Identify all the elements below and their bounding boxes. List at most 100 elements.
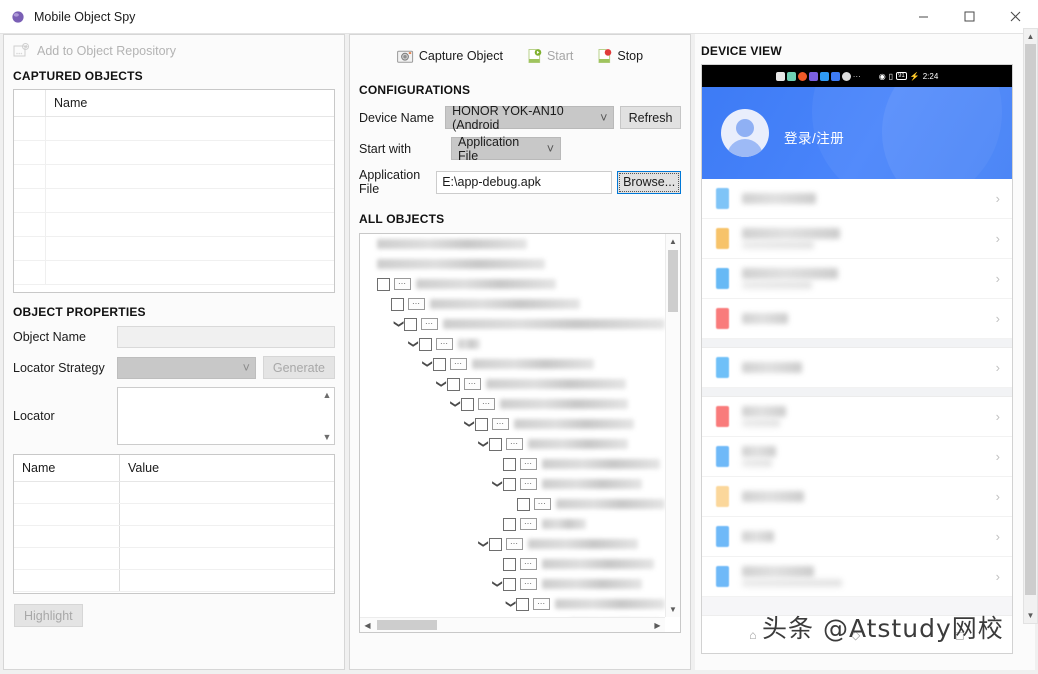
tree-node-checkbox[interactable]: [404, 317, 418, 331]
minimize-button[interactable]: [900, 0, 946, 34]
tree-node-checkbox[interactable]: [419, 337, 432, 351]
scroll-right-icon[interactable]: ▶: [650, 618, 665, 632]
device-screen[interactable]: ⋯ ◉ ▯ 91 ⚡ 2:24 登录/注册 › › › › › › › › › › ⌂: [701, 64, 1013, 654]
list-item[interactable]: ›: [702, 348, 1012, 388]
chevron-down-icon[interactable]: ❯: [393, 318, 404, 330]
back-icon[interactable]: ◇: [851, 628, 860, 642]
list-item[interactable]: ›: [702, 179, 1012, 219]
refresh-button[interactable]: Refresh: [620, 106, 681, 129]
tree-node[interactable]: ❯ ⋯: [360, 474, 665, 494]
captured-objects-table[interactable]: Name: [13, 89, 335, 293]
generate-button[interactable]: Generate: [262, 356, 335, 379]
tree-node-checkbox[interactable]: [433, 357, 446, 371]
tree-node[interactable]: ⋯: [360, 454, 665, 474]
scrollbar-thumb[interactable]: [1025, 44, 1036, 595]
table-row[interactable]: [14, 117, 334, 141]
chevron-down-icon[interactable]: ❯: [478, 438, 489, 451]
start-with-select[interactable]: Application File ˅: [451, 135, 561, 163]
locator-strategy-select[interactable]: ˅: [117, 356, 256, 379]
device-name-select[interactable]: HONOR YOK-AN10 (Android ˅: [445, 104, 615, 132]
list-item[interactable]: ›: [702, 437, 1012, 477]
start-button[interactable]: Start: [523, 46, 577, 66]
tree-node[interactable]: [360, 254, 665, 274]
chevron-down-icon[interactable]: ❯: [492, 478, 503, 491]
browse-button[interactable]: Browse...: [617, 170, 681, 194]
highlight-button[interactable]: Highlight: [14, 604, 83, 627]
scroll-up-icon[interactable]: ▲: [1024, 29, 1037, 44]
table-row[interactable]: [14, 141, 334, 165]
table-row[interactable]: [14, 570, 334, 592]
table-row[interactable]: [14, 237, 334, 261]
chevron-down-icon[interactable]: ❯: [505, 598, 516, 610]
chevron-down-icon[interactable]: ❯: [464, 418, 475, 431]
table-row[interactable]: [14, 482, 334, 504]
scroll-down-icon[interactable]: ▼: [1024, 608, 1037, 623]
tree-node[interactable]: ⋯: [360, 274, 665, 294]
tree-node[interactable]: ❯ ⋯: [360, 334, 665, 354]
tree-node[interactable]: ❯ ⋯: [360, 574, 665, 594]
list-item[interactable]: ›: [702, 517, 1012, 557]
scroll-left-icon[interactable]: ◀: [360, 618, 375, 632]
properties-table[interactable]: Name Value: [13, 454, 335, 594]
list-item[interactable]: ›: [702, 299, 1012, 339]
tree-node[interactable]: ⋯: [360, 294, 665, 314]
tree-node[interactable]: ❯ ⋯: [360, 534, 665, 554]
tree-node-checkbox[interactable]: [475, 417, 488, 431]
table-row[interactable]: [14, 504, 334, 526]
scroll-up-icon[interactable]: ▲: [666, 234, 680, 249]
tree-node[interactable]: ❯ ⋯: [360, 314, 665, 334]
table-row[interactable]: [14, 165, 334, 189]
tree-node-checkbox[interactable]: [503, 577, 516, 591]
chevron-down-icon[interactable]: ❯: [408, 338, 419, 351]
tree-node[interactable]: ❯ ⋯: [360, 354, 665, 374]
home-icon[interactable]: ⌂: [749, 628, 756, 642]
tree-node[interactable]: ⋯: [360, 494, 665, 514]
login-banner[interactable]: 登录/注册: [702, 87, 1012, 179]
tree-node-checkbox[interactable]: [503, 557, 516, 571]
list-item[interactable]: ›: [702, 259, 1012, 299]
device-view-scrollbar[interactable]: ▲ ▼: [1023, 28, 1038, 624]
locator-scrollbar[interactable]: ▲ ▼: [320, 388, 334, 444]
tree-node-checkbox[interactable]: [503, 457, 516, 471]
recents-icon[interactable]: ◻: [955, 628, 965, 642]
tree-node[interactable]: ❯ ⋯: [360, 374, 665, 394]
chevron-down-icon[interactable]: ❯: [492, 578, 503, 591]
tree-node-checkbox[interactable]: [447, 377, 460, 391]
tree-horizontal-scrollbar[interactable]: ◀ ▶: [360, 617, 665, 632]
application-file-input[interactable]: E:\app-debug.apk: [436, 170, 613, 194]
tree-node-checkbox[interactable]: [516, 597, 530, 611]
tree-node[interactable]: ❯ ⋯: [360, 414, 665, 434]
object-name-input[interactable]: [117, 326, 335, 348]
table-row[interactable]: [14, 189, 334, 213]
tree-node-checkbox[interactable]: [377, 277, 390, 291]
tree-node-checkbox[interactable]: [489, 437, 502, 451]
tree-node[interactable]: ❯ ⋯: [360, 594, 665, 614]
scroll-down-icon[interactable]: ▼: [666, 602, 680, 617]
scrollbar-thumb[interactable]: [668, 250, 678, 312]
tree-node[interactable]: ❯ ⋯: [360, 434, 665, 454]
tree-node-checkbox[interactable]: [489, 537, 502, 551]
device-nav-bar[interactable]: ⌂ ◇ ◻: [702, 615, 1012, 653]
tree-node[interactable]: [360, 234, 665, 254]
list-item[interactable]: ›: [702, 477, 1012, 517]
add-to-object-repository-button[interactable]: Add to Object Repository: [13, 43, 335, 58]
table-row[interactable]: [14, 548, 334, 570]
locator-textarea[interactable]: ▲ ▼: [117, 387, 335, 445]
scrollbar-thumb[interactable]: [377, 620, 437, 630]
chevron-down-icon[interactable]: ❯: [422, 358, 433, 371]
chevron-down-icon[interactable]: ❯: [436, 378, 447, 391]
list-item[interactable]: ›: [702, 219, 1012, 259]
tree-node[interactable]: ❯ ⋯: [360, 394, 665, 414]
tree-node-checkbox[interactable]: [503, 477, 516, 491]
list-item[interactable]: ›: [702, 557, 1012, 597]
tree-node-checkbox[interactable]: [516, 497, 530, 511]
tree-vertical-scrollbar[interactable]: ▲ ▼: [665, 234, 680, 617]
table-row[interactable]: [14, 526, 334, 548]
stop-button[interactable]: Stop: [593, 46, 647, 66]
table-row[interactable]: [14, 213, 334, 237]
table-row[interactable]: [14, 261, 334, 285]
capture-object-button[interactable]: Capture Object: [393, 47, 507, 66]
tree-node-checkbox[interactable]: [503, 517, 516, 531]
chevron-down-icon[interactable]: ❯: [450, 398, 461, 411]
tree-node-checkbox[interactable]: [461, 397, 474, 411]
